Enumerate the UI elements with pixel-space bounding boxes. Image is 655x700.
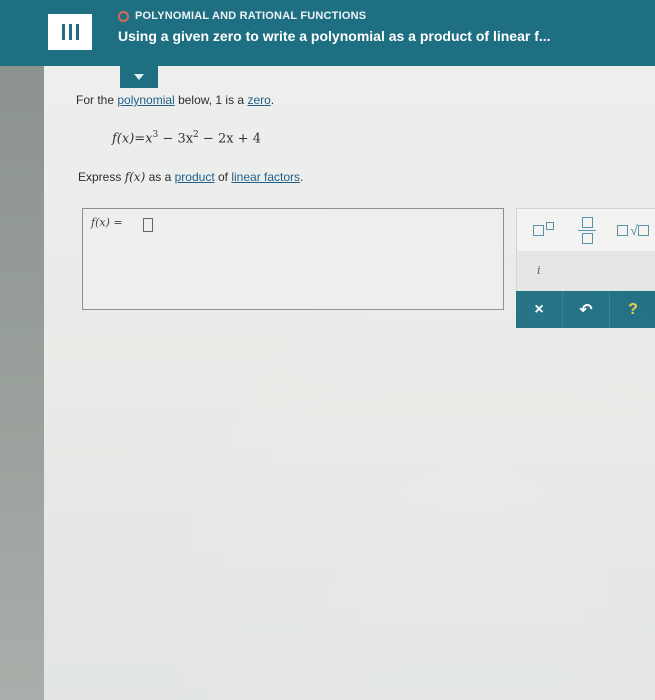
answer-label: f(x) = [91,216,123,229]
equation-equals: = [134,131,146,147]
collapse-toggle[interactable] [120,66,158,88]
instruction-function: f(x) [124,170,146,184]
help-button[interactable]: ? [610,291,655,328]
header-text: POLYNOMIAL AND RATIONAL FUNCTIONS Using … [118,10,551,44]
topic-label: POLYNOMIAL AND RATIONAL FUNCTIONS [135,10,367,22]
left-panel [0,0,44,700]
prompt-text: . [270,93,275,107]
clear-button[interactable]: × [516,291,562,328]
keypad-symbol-row: i [516,251,655,292]
answer-placeholder-slot[interactable] [143,218,153,232]
equation-lhs: f(x) [112,131,135,147]
zero-link[interactable]: zero [247,93,270,107]
linear-factors-link[interactable]: linear factors [231,170,300,184]
keypad-template-row: √ [516,208,655,252]
instruction-part: of [214,170,232,184]
instruction-text: Express f(x) as a product of linear fact… [78,170,303,184]
equation-term: x [145,131,153,147]
imaginary-unit-button[interactable]: i [537,264,541,277]
page-title: Using a given zero to write a polynomial… [118,28,551,44]
header-bar: POLYNOMIAL AND RATIONAL FUNCTIONS Using … [0,0,655,66]
caret-down-icon [134,74,144,80]
menu-button[interactable] [48,14,92,50]
progress-ring-icon [118,10,129,22]
undo-button[interactable]: ↶ [562,291,610,328]
superscript-template-icon[interactable] [523,215,563,245]
hamburger-icon [61,24,79,40]
equation-term: − 2x + 4 [198,131,261,147]
keypad-action-bar: × ↶ ? [516,291,655,328]
instruction-part: Express [78,170,125,184]
instruction-part: . [300,170,304,184]
prompt-text: below, 1 is a [174,93,248,107]
product-link[interactable]: product [175,170,215,184]
instruction-part: as a [145,170,175,184]
equation-term: − 3x [158,131,194,147]
fraction-template-icon[interactable] [569,213,605,247]
answer-input[interactable]: f(x) = [82,208,504,310]
topic-line: POLYNOMIAL AND RATIONAL FUNCTIONS [118,10,551,22]
math-keypad: √ i × ↶ ? [516,208,655,328]
prompt-text: For the [76,93,118,107]
problem-prompt: For the polynomial below, 1 is a zero. [76,93,274,107]
polynomial-equation: f(x)=x3 − 3x2 − 2x + 4 [112,130,261,146]
sqrt-template-icon[interactable]: √ [611,215,655,245]
polynomial-link[interactable]: polynomial [117,93,174,107]
main-content: For the polynomial below, 1 is a zero. f… [44,66,655,700]
